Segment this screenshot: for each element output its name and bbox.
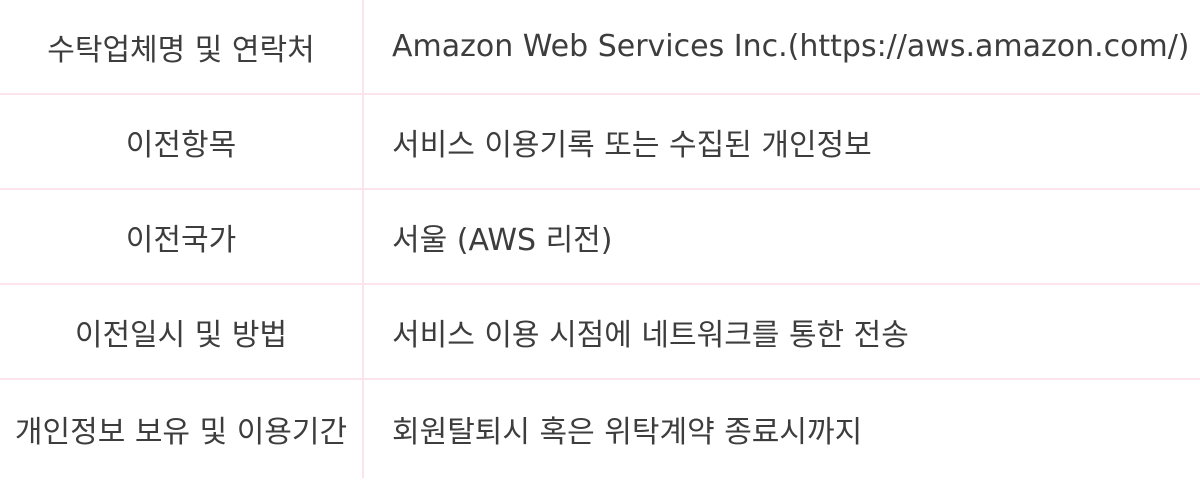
row-value: 서울 (AWS 리전) bbox=[392, 222, 613, 258]
row-value: Amazon Web Services Inc.(https://aws.ama… bbox=[392, 29, 1190, 64]
row-value: 서비스 이용 시점에 네트워크를 통한 전송 bbox=[392, 317, 909, 353]
row-label: 이전일시 및 방법 bbox=[0, 285, 364, 378]
table-row: 수탁업체명 및 연락처 Amazon Web Services Inc.(htt… bbox=[0, 0, 1200, 95]
row-value: 회원탈퇴시 혹은 위탁계약 종료시까지 bbox=[392, 415, 863, 450]
row-value: 서비스 이용기록 또는 수집된 개인정보 bbox=[392, 127, 872, 163]
row-label: 개인정보 보유 및 이용기간 bbox=[0, 380, 364, 478]
table-row: 이전국가 서울 (AWS 리전) bbox=[0, 190, 1200, 285]
row-label: 수탁업체명 및 연락처 bbox=[0, 0, 364, 93]
info-transfer-table: 수탁업체명 및 연락처 Amazon Web Services Inc.(htt… bbox=[0, 0, 1200, 480]
row-label: 이전항목 bbox=[0, 95, 364, 188]
table-row: 이전항목 서비스 이용기록 또는 수집된 개인정보 bbox=[0, 95, 1200, 190]
table-row: 이전일시 및 방법 서비스 이용 시점에 네트워크를 통한 전송 bbox=[0, 285, 1200, 380]
row-label: 이전국가 bbox=[0, 190, 364, 283]
table-row: 개인정보 보유 및 이용기간 회원탈퇴시 혹은 위탁계약 종료시까지 bbox=[0, 380, 1200, 478]
